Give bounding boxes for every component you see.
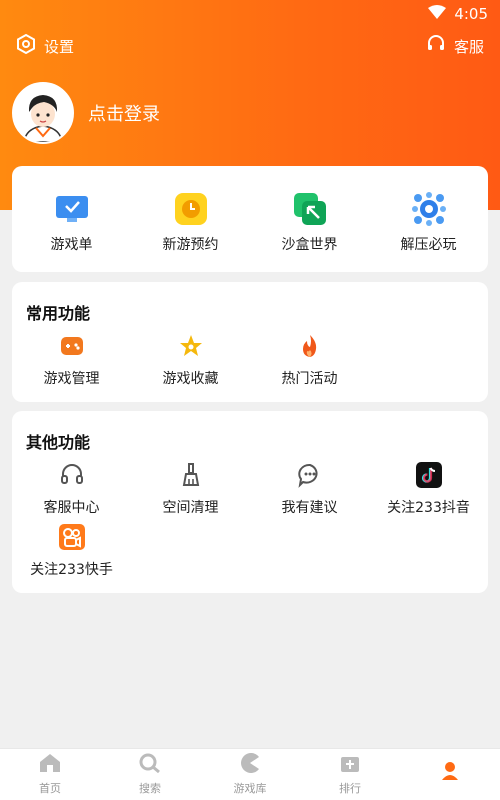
- other-item-suggestion[interactable]: 我有建议: [250, 461, 369, 517]
- featured-card: 游戏单 新游预约 沙盒世界 解压必玩: [12, 166, 488, 272]
- other-item-label: 客服中心: [43, 500, 100, 516]
- chat-icon: [296, 461, 324, 489]
- customer-service-label: 客服: [453, 37, 484, 56]
- customer-service-button[interactable]: 客服: [426, 34, 484, 58]
- other-item-label: 关注233抖音: [387, 500, 470, 516]
- featured-item-game-list[interactable]: 游戏单: [12, 192, 131, 254]
- other-item-customer-center[interactable]: 客服中心: [12, 461, 131, 517]
- star-icon: [177, 332, 205, 360]
- nav-item-ranking[interactable]: 排行: [300, 749, 400, 800]
- status-bar: 4:05: [0, 0, 500, 28]
- nav-item-profile[interactable]: [400, 749, 500, 800]
- nav-label: 排行: [339, 782, 361, 795]
- game-list-icon: [55, 192, 89, 226]
- other-item-space-clean[interactable]: 空间清理: [131, 461, 250, 517]
- bottom-navigation: 首页 搜索 游戏库 排行: [0, 748, 500, 800]
- other-item-label: 空间清理: [162, 500, 219, 516]
- settings-button[interactable]: 设置: [16, 33, 75, 58]
- ranking-icon: [339, 753, 361, 777]
- settings-label: 设置: [44, 37, 75, 56]
- common-item-label: 热门活动: [281, 371, 338, 387]
- other-item-label: 关注233快手: [30, 562, 113, 578]
- fire-icon: [296, 332, 324, 360]
- common-item-label: 游戏收藏: [162, 371, 219, 387]
- other-item-kuaishou[interactable]: 关注233快手: [12, 523, 131, 579]
- headset-icon: [426, 34, 446, 58]
- wifi-icon: [428, 5, 447, 23]
- nav-label: 搜索: [139, 782, 161, 795]
- common-item-label: 游戏管理: [43, 371, 100, 387]
- clock-icon: [174, 192, 208, 226]
- other-functions-card: 其他功能 客服中心 空间清理 我有建议 关注233抖音 关注233快手: [12, 411, 488, 593]
- nav-label: 游戏库: [233, 782, 267, 795]
- search-icon: [139, 753, 161, 777]
- kuaishou-icon: [58, 523, 86, 551]
- game-library-icon: [239, 753, 261, 777]
- login-area[interactable]: 点击登录: [12, 82, 160, 144]
- headset-icon: [58, 461, 86, 489]
- common-item-hot-activity[interactable]: 热门活动: [250, 332, 369, 388]
- featured-item-sandbox[interactable]: 沙盒世界: [250, 192, 369, 254]
- common-item-game-manage[interactable]: 游戏管理: [12, 332, 131, 388]
- featured-item-label: 解压必玩: [400, 237, 457, 253]
- featured-item-label: 新游预约: [162, 237, 219, 253]
- login-label[interactable]: 点击登录: [88, 100, 160, 126]
- avatar[interactable]: [12, 82, 74, 144]
- nav-item-game-library[interactable]: 游戏库: [200, 749, 300, 800]
- other-item-douyin[interactable]: 关注233抖音: [369, 461, 488, 517]
- nav-item-home[interactable]: 首页: [0, 749, 100, 800]
- common-functions-card: 常用功能 游戏管理 游戏收藏 热门活动: [12, 282, 488, 402]
- settings-icon: [16, 33, 36, 58]
- section-title: 其他功能: [26, 433, 91, 452]
- featured-item-new-reservation[interactable]: 新游预约: [131, 192, 250, 254]
- profile-icon: [439, 761, 461, 785]
- nav-item-search[interactable]: 搜索: [100, 749, 200, 800]
- nav-label: 首页: [39, 782, 61, 795]
- featured-item-label: 沙盒世界: [281, 237, 338, 253]
- gamepad-icon: [58, 332, 86, 360]
- featured-item-decompress[interactable]: 解压必玩: [369, 192, 488, 254]
- decompress-icon: [411, 192, 446, 226]
- sandbox-icon: [293, 192, 327, 226]
- douyin-icon: [415, 461, 443, 489]
- common-item-favorites[interactable]: 游戏收藏: [131, 332, 250, 388]
- featured-item-label: 游戏单: [50, 237, 93, 253]
- header-top-row: 设置 客服: [0, 33, 500, 58]
- other-item-label: 我有建议: [281, 500, 338, 516]
- broom-icon: [177, 461, 205, 489]
- status-time: 4:05: [454, 5, 488, 23]
- home-icon: [39, 753, 61, 777]
- section-title: 常用功能: [26, 304, 91, 323]
